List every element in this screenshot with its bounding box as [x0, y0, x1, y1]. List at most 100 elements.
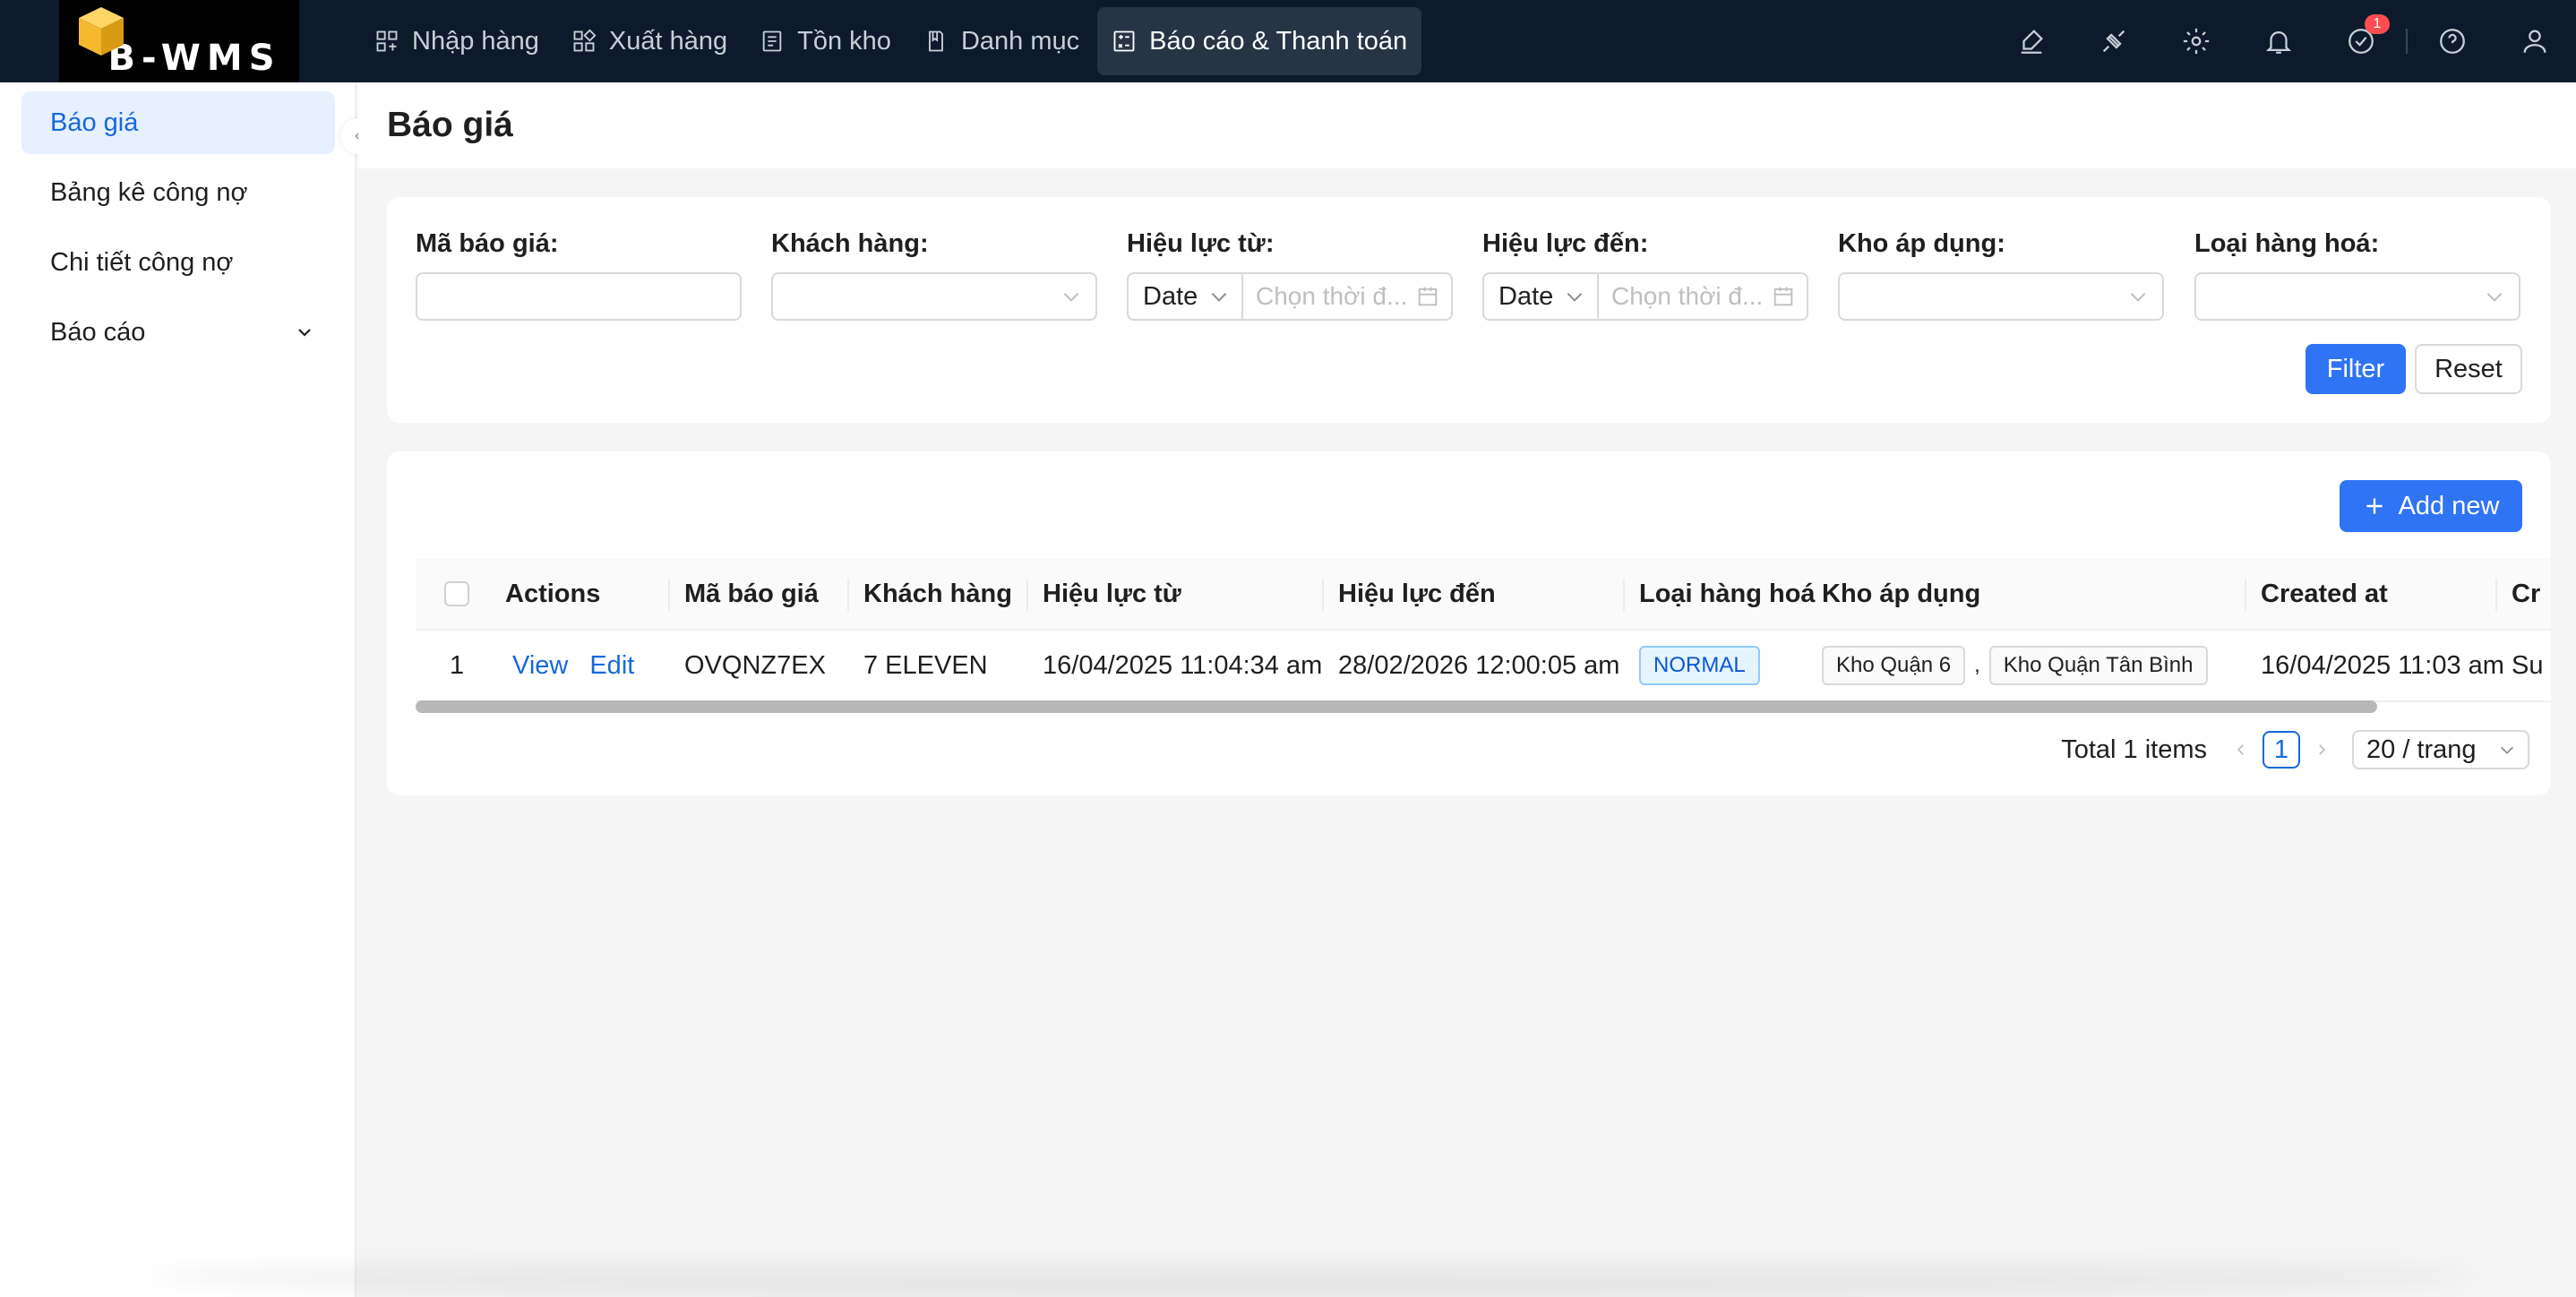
next-page-button[interactable]	[2306, 734, 2338, 766]
column-header[interactable]: Khách hàng	[863, 559, 1012, 629]
edit-link[interactable]: Edit	[589, 651, 634, 681]
page-header: Báo giá	[358, 82, 2576, 168]
date-placeholder: Chọn thời đ...	[1256, 282, 1408, 310]
cube-logo-icon	[79, 7, 124, 56]
sidebar-item-debt-statement[interactable]: Bảng kê công nợ	[21, 161, 335, 224]
chevron-down-icon	[2500, 746, 2514, 754]
column-header[interactable]: Mã báo giá	[684, 559, 819, 629]
column-divider	[668, 579, 670, 611]
menu-item-inventory[interactable]: Tồn kho	[745, 7, 906, 75]
report-icon	[1113, 30, 1135, 52]
filter-card: Mã báo giá: Khách hàng: Hiệu lực từ: Dat…	[387, 197, 2551, 423]
column-header[interactable]: Kho áp dụng	[1822, 559, 1980, 629]
valid-to-date-input[interactable]: Chọn thời đ...	[1599, 274, 1807, 319]
window-shadow	[143, 1254, 2472, 1297]
app-logo[interactable]: B-WMS	[59, 0, 299, 82]
table-horizontal-scrollbar[interactable]	[416, 699, 2551, 713]
field-label: Hiệu lực từ:	[1127, 229, 1275, 258]
api-button[interactable]	[2073, 0, 2155, 82]
table-header: Actions Mã báo giá Khách hàng Hiệu lực t…	[416, 559, 2551, 631]
menu-item-report[interactable]: Báo cáo & Thanh toán	[1097, 7, 1422, 75]
notification-badge: 1	[2365, 14, 2390, 34]
page-size-select[interactable]: 20 / trang	[2352, 730, 2529, 769]
column-divider	[1322, 579, 1324, 611]
menu-label: Báo cáo & Thanh toán	[1149, 26, 1408, 56]
date-type-value: Date	[1143, 281, 1198, 311]
add-new-button[interactable]: Add new	[2340, 480, 2522, 532]
user-button[interactable]	[2494, 0, 2576, 82]
sidebar-item-label: Bảng kê công nợ	[50, 177, 248, 207]
column-header[interactable]: Loại hàng hoá	[1639, 559, 1816, 629]
sidebar-item-label: Báo cáo	[50, 317, 146, 347]
help-button[interactable]	[2411, 0, 2494, 82]
inventory-icon	[762, 30, 782, 52]
date-type-value: Date	[1498, 281, 1554, 311]
button-label: Add new	[2398, 491, 2500, 520]
user-icon	[2523, 30, 2546, 53]
notifications-button[interactable]	[2237, 0, 2320, 82]
column-header[interactable]: Hiệu lực đến	[1338, 559, 1496, 629]
chevron-down-icon	[298, 329, 311, 337]
sidebar-item-label: Chi tiết công nợ	[50, 247, 234, 277]
menu-label: Tồn kho	[797, 26, 891, 56]
sidebar-item-debt-detail[interactable]: Chi tiết công nợ	[21, 231, 335, 294]
import-icon	[376, 30, 398, 52]
scrollbar-thumb[interactable]	[416, 700, 2377, 713]
customer-cell: 7 ELEVEN	[863, 650, 988, 680]
warehouse-select[interactable]	[1838, 272, 2164, 321]
prev-page-button[interactable]	[2225, 734, 2257, 766]
catalog-icon	[929, 30, 943, 52]
column-header[interactable]: Created at	[2261, 559, 2388, 629]
field-label: Hiệu lực đến:	[1482, 229, 1649, 258]
chevron-down-icon	[1063, 293, 1079, 302]
chevron-down-icon	[2486, 293, 2503, 302]
chevron-down-icon	[1211, 293, 1227, 302]
column-header[interactable]: Actions	[505, 559, 600, 629]
field-label: Loại hàng hoá:	[2194, 229, 2380, 258]
goods-type-select[interactable]	[2194, 272, 2520, 321]
top-navbar: B-WMS Nhập hàng Xuất hàng Tồn kho Danh m…	[0, 0, 2576, 82]
menu-item-export[interactable]: Xuất hàng	[557, 7, 742, 75]
quote-code-cell: OVQNZ7EX	[684, 650, 826, 680]
column-divider	[2495, 579, 2497, 611]
menu-label: Danh mục	[960, 26, 1080, 56]
quote-code-input[interactable]	[416, 272, 742, 321]
filter-button[interactable]: Filter	[2306, 344, 2406, 394]
page-size-value: 20 / trang	[2366, 734, 2477, 764]
sidebar-item-label: Báo giá	[50, 107, 139, 137]
valid-to-type-select[interactable]: Date	[1484, 274, 1599, 319]
view-link[interactable]: View	[512, 651, 568, 681]
chevron-down-icon	[1567, 293, 1583, 302]
menu-label: Nhập hàng	[412, 26, 539, 56]
tasks-button[interactable]: 1	[2320, 0, 2402, 82]
column-divider	[1623, 579, 1625, 611]
column-header[interactable]: Hiệu lực từ	[1043, 559, 1181, 629]
highlight-button[interactable]	[1990, 0, 2073, 82]
column-header[interactable]: Cr	[2512, 559, 2540, 629]
column-divider	[2245, 579, 2246, 611]
menu-item-import[interactable]: Nhập hàng	[360, 7, 554, 75]
page-number[interactable]: 1	[2263, 731, 2300, 769]
settings-button[interactable]	[2155, 0, 2237, 82]
select-all-checkbox[interactable]	[444, 581, 469, 606]
valid-from-type-select[interactable]: Date	[1129, 274, 1243, 319]
sidebar-item-reports[interactable]: Báo cáo	[21, 301, 335, 364]
created-at-cell: 16/04/2025 11:03 am	[2261, 650, 2504, 680]
total-items: Total 1 items	[2061, 734, 2207, 764]
logo-text: B-WMS	[107, 38, 281, 79]
chevron-down-icon	[2130, 293, 2146, 302]
plus-icon	[2366, 498, 2383, 514]
valid-from-date-input[interactable]: Chọn thời đ...	[1243, 274, 1451, 319]
menu-item-catalog[interactable]: Danh mục	[909, 7, 1094, 75]
sidebar-item-quotes[interactable]: Báo giá	[21, 91, 335, 154]
select-all-cell	[444, 559, 469, 629]
field-label: Mã báo giá:	[416, 229, 559, 258]
row-index: 1	[450, 650, 465, 680]
reset-button[interactable]: Reset	[2415, 344, 2522, 394]
divider	[2406, 29, 2408, 54]
warehouse-cell: Kho Quận 6 , Kho Quận Tân Bình	[1822, 631, 2208, 700]
goods-type-cell: NORMAL	[1639, 631, 1760, 700]
customer-select[interactable]	[771, 272, 1097, 321]
header-actions: 1	[1990, 0, 2576, 82]
menu-label: Xuất hàng	[608, 26, 728, 56]
